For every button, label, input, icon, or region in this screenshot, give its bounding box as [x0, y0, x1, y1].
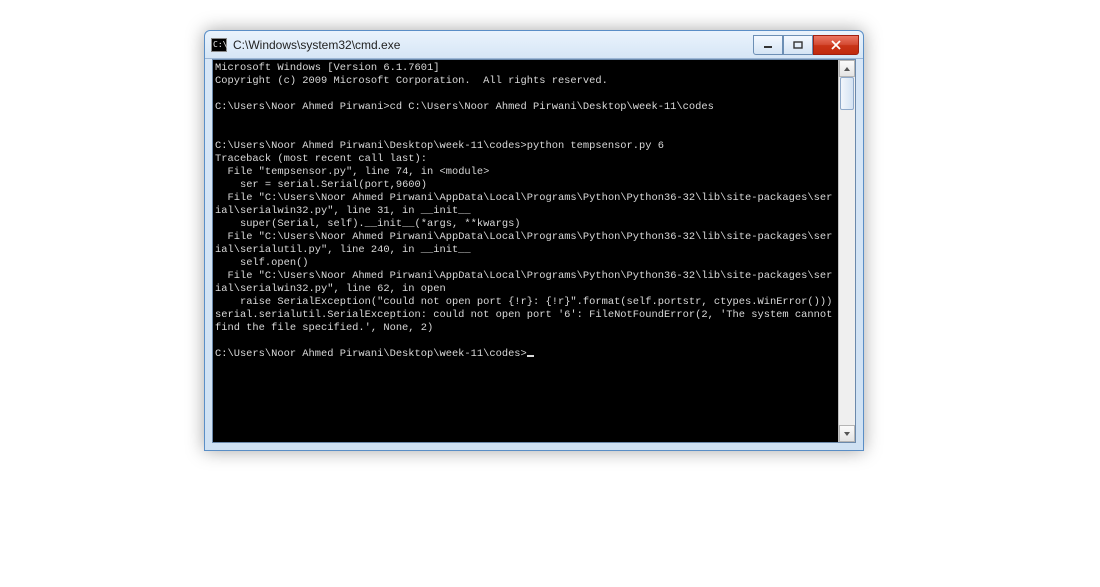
terminal-output[interactable]: Microsoft Windows [Version 6.1.7601] Cop…: [213, 60, 838, 442]
window-controls: [753, 35, 859, 55]
maximize-button[interactable]: [783, 35, 813, 55]
window-title: C:\Windows\system32\cmd.exe: [233, 38, 400, 52]
scroll-track[interactable]: [839, 77, 855, 425]
client-area: Microsoft Windows [Version 6.1.7601] Cop…: [212, 59, 856, 443]
minimize-button[interactable]: [753, 35, 783, 55]
cursor: [527, 355, 534, 357]
vertical-scrollbar[interactable]: [838, 60, 855, 442]
cmd-icon: C:\: [211, 38, 227, 52]
titlebar[interactable]: C:\ C:\Windows\system32\cmd.exe: [205, 31, 863, 59]
cmd-window: C:\ C:\Windows\system32\cmd.exe Microsof…: [204, 30, 864, 451]
close-button[interactable]: [813, 35, 859, 55]
scroll-down-button[interactable]: [839, 425, 855, 442]
scroll-thumb[interactable]: [840, 77, 854, 110]
scroll-up-button[interactable]: [839, 60, 855, 77]
